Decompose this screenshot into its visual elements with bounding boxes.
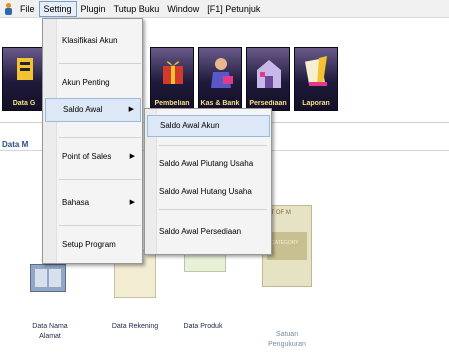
menu-separator — [59, 225, 141, 226]
menu-separator — [59, 137, 141, 138]
content-label: Data Nama Alamat — [28, 322, 72, 342]
purchase-gift-icon — [163, 61, 183, 84]
menu-tutup-buku[interactable]: Tutup Buku — [110, 1, 164, 17]
menu-item-akun-penting[interactable]: Akun Penting — [45, 71, 141, 95]
menu-separator — [59, 63, 141, 64]
submenu-item-saldo-awal-hutang-usaha[interactable]: Saldo Awal Hutang Usaha — [147, 181, 270, 203]
menu-setting[interactable]: Setting — [38, 0, 77, 17]
content-label: Data Rekening — [104, 322, 166, 332]
menu-plugin[interactable]: Plugin — [77, 1, 110, 17]
toolbar-label: Laporan — [302, 100, 330, 107]
menu-item-label: Akun Penting — [62, 78, 110, 87]
toolbar-button-pembelian[interactable]: Pembelian — [150, 47, 194, 111]
content-label-line: Data Rekening — [111, 323, 159, 330]
toolbar-button-kas-bank[interactable]: Kas & Bank — [198, 47, 242, 111]
setting-dropdown-menu: Klasifikasi Akun Akun Penting Saldo Awal… — [42, 18, 143, 264]
submenu-item-saldo-awal-akun[interactable]: Saldo Awal Akun — [147, 115, 270, 137]
data-icon — [17, 58, 33, 80]
cash-bank-icon — [211, 58, 233, 88]
menu-petunjuk[interactable]: [F1] Petunjuk — [203, 1, 264, 17]
menu-separator — [159, 145, 267, 146]
content-label-line: Alamat — [39, 333, 61, 340]
content-label-line: Pengukuran — [268, 341, 306, 348]
menu-gutter — [43, 19, 57, 263]
toolbar-label: Persediaan — [249, 100, 287, 107]
menu-separator — [59, 179, 141, 180]
content-label-line: Satuan — [275, 331, 299, 338]
content-label-line: Data Nama — [32, 323, 68, 330]
unit-label-category: CATEGORY — [271, 240, 299, 246]
menu-item-label: Klasifikasi Akun — [62, 36, 118, 45]
submenu-arrow-icon: ▶ — [128, 106, 134, 113]
menu-item-saldo-awal[interactable]: Saldo Awal ▶ — [45, 98, 141, 122]
toolbar-button-persediaan[interactable]: Persediaan — [246, 47, 290, 111]
menu-item-label: Setup Program — [62, 240, 116, 249]
menu-bar: File Setting Plugin Tutup Buku Window [F… — [0, 0, 449, 18]
toolbar-label: Pembelian — [154, 100, 190, 107]
menu-item-setup-program[interactable]: Setup Program — [45, 233, 141, 257]
inventory-icon — [257, 60, 281, 88]
toolbar-label: Data G — [12, 100, 36, 107]
content-label: Satuan Pengukuran — [262, 330, 312, 350]
menu-item-klasifikasi-akun[interactable]: Klasifikasi Akun — [45, 29, 141, 53]
submenu-arrow-icon: ▶ — [129, 153, 135, 160]
content-label: Data Produk — [176, 322, 230, 332]
submenu-item-saldo-awal-piutang-usaha[interactable]: Saldo Awal Piutang Usaha — [147, 153, 270, 175]
toolbar-button-laporan[interactable]: Laporan — [294, 47, 338, 111]
menu-file[interactable]: File — [16, 1, 39, 17]
submenu-item-label: Saldo Awal Piutang Usaha — [159, 159, 254, 168]
content-label-line: Data Produk — [183, 323, 223, 330]
address-book-icon[interactable] — [30, 264, 66, 292]
menu-item-label: Saldo Awal — [63, 105, 103, 114]
menu-item-label: Bahasa — [62, 198, 90, 207]
submenu-item-label: Saldo Awal Akun — [160, 121, 220, 130]
menu-separator — [159, 209, 267, 210]
submenu-item-label: Saldo Awal Persediaan — [159, 227, 242, 236]
menu-item-label: Point of Sales — [62, 152, 112, 161]
section-title: Data M — [2, 140, 29, 149]
submenu-item-label: Saldo Awal Hutang Usaha — [159, 187, 252, 196]
submenu-arrow-icon: ▶ — [129, 199, 135, 206]
report-icon — [305, 56, 327, 86]
menu-item-point-of-sales[interactable]: Point of Sales ▶ — [45, 145, 141, 169]
menu-item-bahasa[interactable]: Bahasa ▶ — [45, 191, 141, 215]
menu-window[interactable]: Window — [163, 1, 203, 17]
toolbar-label: Kas & Bank — [200, 100, 240, 107]
app-icon — [4, 2, 14, 15]
toolbar-button-data[interactable]: Data G — [2, 47, 46, 111]
saldo-awal-submenu: Saldo Awal Akun Saldo Awal Piutang Usaha… — [144, 108, 272, 255]
submenu-item-saldo-awal-persediaan[interactable]: Saldo Awal Persediaan — [147, 221, 270, 243]
unit-label-top: IT OF M — [269, 210, 291, 216]
